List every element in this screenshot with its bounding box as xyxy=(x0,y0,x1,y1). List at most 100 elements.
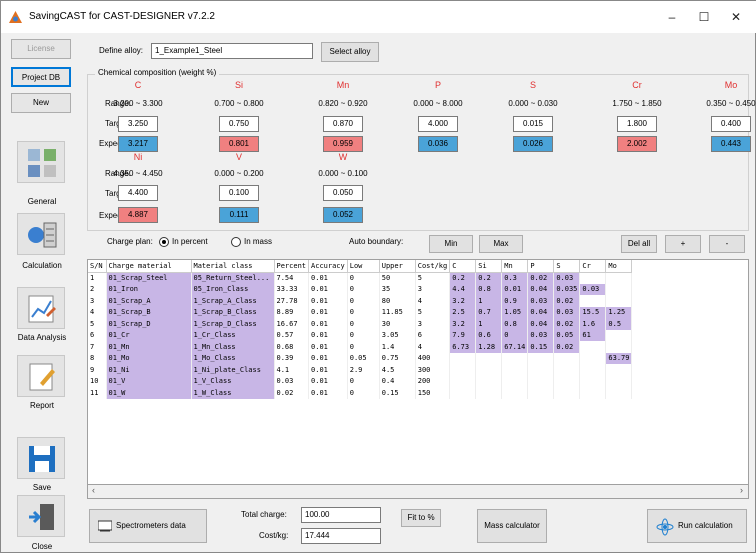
table-cell[interactable]: 0.04 xyxy=(527,283,555,295)
report-button[interactable] xyxy=(17,355,65,397)
table-cell[interactable]: 0.03 xyxy=(553,306,581,318)
calculation-button[interactable] xyxy=(17,213,65,255)
table-cell[interactable]: 15.5 xyxy=(579,306,607,318)
table-cell[interactable]: 01_Scrap_B xyxy=(106,306,192,318)
add-row-button[interactable]: + xyxy=(665,235,701,253)
table-cell[interactable]: 50 xyxy=(379,272,416,284)
table-cell[interactable]: 0.02 xyxy=(553,341,581,353)
table-cell[interactable]: 1 xyxy=(88,272,107,284)
total-charge-field[interactable]: 100.00 xyxy=(301,507,381,523)
table-cell[interactable]: 0 xyxy=(347,318,380,330)
target-field-p[interactable]: 4.000 xyxy=(418,116,458,132)
table-cell[interactable]: 6.73 xyxy=(449,341,477,353)
table-cell[interactable]: 0.15 xyxy=(379,387,416,399)
table-row[interactable]: 7 01_Mn 1_Mn_Class 0.68 0.01 0 1.4 4 6.73 1.28 67.… xyxy=(88,341,633,353)
table-cell[interactable]: 01_Cr xyxy=(106,329,192,341)
table-cell[interactable]: 1_Scrap_A_Class xyxy=(191,295,275,307)
table-cell[interactable] xyxy=(605,329,633,341)
table-cell[interactable]: 0.01 xyxy=(308,352,348,364)
table-cell[interactable]: 0.035 xyxy=(553,283,581,295)
project-db-button[interactable]: Project DB xyxy=(11,67,71,87)
table-cell[interactable]: 11.85 xyxy=(379,306,416,318)
table-row[interactable]: 8 01_Mo 1_Mo_Class 0.39 0.01 0.05 0.75 400 63.79 xyxy=(88,352,633,364)
table-cell[interactable]: 01_V xyxy=(106,375,192,387)
table-cell[interactable]: 67.14 xyxy=(501,341,529,353)
general-button[interactable] xyxy=(17,141,65,183)
column-header[interactable]: Charge material xyxy=(106,260,192,273)
table-cell[interactable]: 01_Iron xyxy=(106,283,192,295)
table-cell[interactable]: 4.4 xyxy=(449,283,477,295)
table-cell[interactable] xyxy=(501,352,529,364)
delete-all-button[interactable]: Del all xyxy=(621,235,657,253)
table-cell[interactable]: 0.01 xyxy=(308,283,348,295)
table-cell[interactable]: 0 xyxy=(347,306,380,318)
table-cell[interactable]: 0.01 xyxy=(308,295,348,307)
table-cell[interactable]: 01_W xyxy=(106,387,192,399)
table-cell[interactable]: 5 xyxy=(415,306,451,318)
table-cell[interactable]: 0.75 xyxy=(379,352,416,364)
table-row[interactable]: 5 01_Scrap_D 1_Scrap_D_Class 16.67 0.01 0 30 3 3… xyxy=(88,318,633,330)
table-row[interactable]: 6 01_Cr 1_Cr_Class 0.57 0.01 0 3.05 6 7.9 0.6 0 0.0… xyxy=(88,329,633,341)
table-cell[interactable]: 4.5 xyxy=(379,364,416,376)
table-row[interactable]: 10 01_V 1_V_Class 0.03 0.01 0 0.4 200 xyxy=(88,375,633,387)
table-cell[interactable]: 0 xyxy=(501,329,529,341)
table-cell[interactable] xyxy=(605,387,633,399)
table-cell[interactable]: 0.01 xyxy=(308,306,348,318)
table-row[interactable]: 9 01_Ni 1_Ni_plate_Class 4.1 0.01 2.9 4.5 300 xyxy=(88,364,633,376)
column-header[interactable]: Cost/kg xyxy=(415,260,451,273)
table-cell[interactable]: 4 xyxy=(415,341,451,353)
column-header[interactable]: Material class xyxy=(191,260,275,273)
table-cell[interactable] xyxy=(579,387,607,399)
table-cell[interactable]: 01_Scrap_D xyxy=(106,318,192,330)
table-cell[interactable]: 150 xyxy=(415,387,451,399)
table-cell[interactable]: 6 xyxy=(88,329,107,341)
table-cell[interactable]: 05_Iron_Class xyxy=(191,283,275,295)
table-row[interactable]: 1 01_Scrap_Steel 05_Return_Steel... 7.54 0.0… xyxy=(88,272,633,284)
table-cell[interactable]: 400 xyxy=(415,352,451,364)
close-window-button[interactable]: ✕ xyxy=(721,7,751,27)
min-button[interactable]: Min xyxy=(429,235,473,253)
table-cell[interactable] xyxy=(605,295,633,307)
table-cell[interactable]: 200 xyxy=(415,375,451,387)
max-button[interactable]: Max xyxy=(479,235,523,253)
table-cell[interactable]: 3 xyxy=(415,283,451,295)
table-cell[interactable] xyxy=(553,375,581,387)
table-cell[interactable]: 01_Scrap_A xyxy=(106,295,192,307)
column-header[interactable]: Mn xyxy=(501,260,529,273)
table-cell[interactable] xyxy=(553,387,581,399)
table-cell[interactable]: 0.01 xyxy=(308,375,348,387)
table-cell[interactable]: 10 xyxy=(88,375,107,387)
select-alloy-button[interactable]: Select alloy xyxy=(321,42,379,62)
column-header[interactable]: S xyxy=(553,260,581,273)
table-cell[interactable]: 0.02 xyxy=(553,318,581,330)
in-mass-radio[interactable] xyxy=(231,237,241,247)
target-field-mn[interactable]: 0.870 xyxy=(323,116,363,132)
target-field-si[interactable]: 0.750 xyxy=(219,116,259,132)
table-cell[interactable]: 0.03 xyxy=(527,295,555,307)
target-field-v[interactable]: 0.100 xyxy=(219,185,259,201)
table-cell[interactable]: 5 xyxy=(88,318,107,330)
target-field-s[interactable]: 0.015 xyxy=(513,116,553,132)
table-cell[interactable]: 300 xyxy=(415,364,451,376)
column-header[interactable]: Mo xyxy=(605,260,633,273)
table-cell[interactable]: 0 xyxy=(347,283,380,295)
table-cell[interactable]: 1_Ni_plate_Class xyxy=(191,364,275,376)
cost-per-kg-field[interactable]: 17.444 xyxy=(301,528,381,544)
column-header[interactable]: P xyxy=(527,260,555,273)
table-cell[interactable] xyxy=(475,352,503,364)
table-cell[interactable]: 0 xyxy=(347,375,380,387)
table-cell[interactable]: 0.03 xyxy=(553,272,581,284)
table-cell[interactable]: 0 xyxy=(347,387,380,399)
in-percent-radio[interactable] xyxy=(159,237,169,247)
table-cell[interactable]: 1_Scrap_D_Class xyxy=(191,318,275,330)
table-cell[interactable] xyxy=(553,364,581,376)
table-cell[interactable]: 0 xyxy=(347,272,380,284)
table-cell[interactable]: 0 xyxy=(347,329,380,341)
table-cell[interactable]: 7 xyxy=(88,341,107,353)
table-cell[interactable]: 0.05 xyxy=(553,329,581,341)
column-header[interactable]: Accuracy xyxy=(308,260,348,273)
table-cell[interactable] xyxy=(579,341,607,353)
table-cell[interactable]: 3 xyxy=(88,295,107,307)
table-row[interactable]: 2 01_Iron 05_Iron_Class 33.33 0.01 0 35 3 4.4 0.8… xyxy=(88,283,633,295)
table-cell[interactable]: 0.5 xyxy=(605,318,633,330)
